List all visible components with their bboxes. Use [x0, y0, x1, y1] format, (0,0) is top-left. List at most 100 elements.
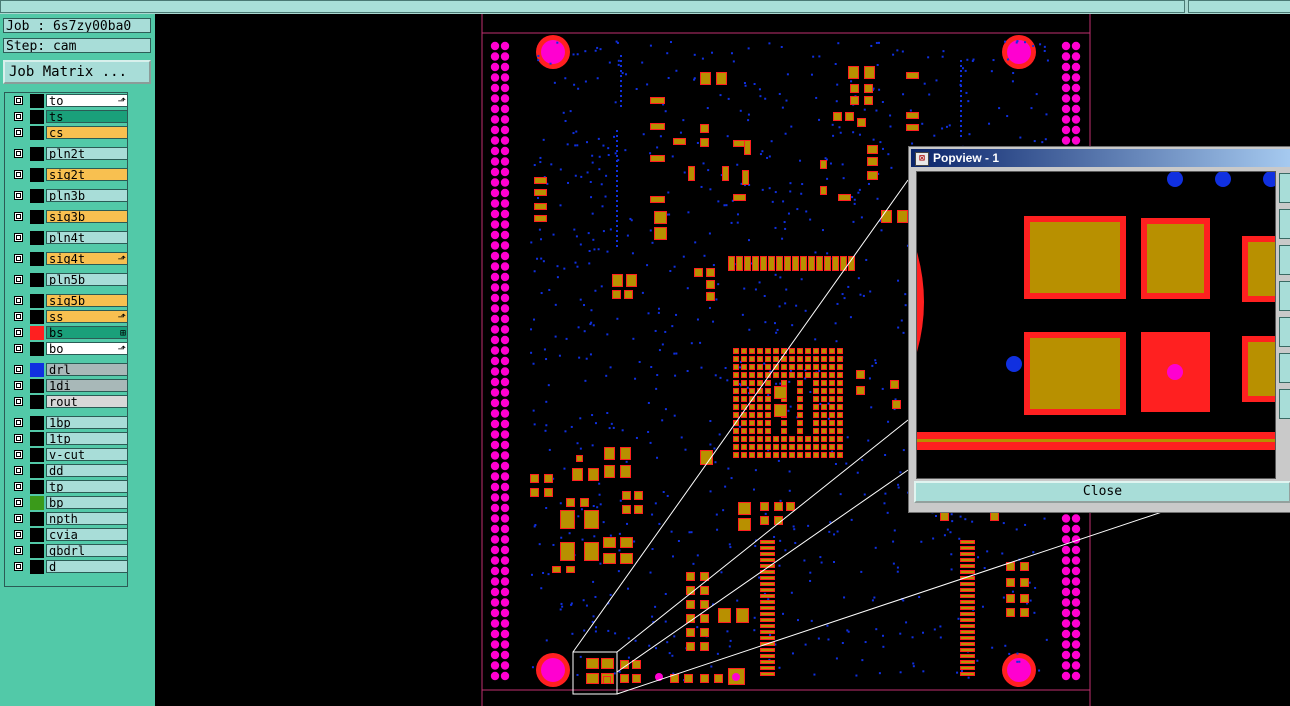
- close-button[interactable]: Close: [914, 481, 1290, 503]
- pad-fill: [531, 475, 538, 482]
- pad-fill: [761, 637, 774, 639]
- edge-pad: [1061, 524, 1071, 534]
- via: [594, 49, 597, 52]
- edge-pad: [500, 640, 510, 649]
- via: [586, 171, 589, 174]
- pad-fill: [734, 373, 738, 377]
- via: [902, 599, 905, 602]
- via: [1011, 590, 1014, 593]
- pad-fill: [814, 421, 818, 425]
- pad-fill: [782, 445, 786, 449]
- via: [706, 107, 709, 110]
- via: [539, 156, 542, 159]
- via: [690, 531, 693, 534]
- via: [902, 449, 905, 452]
- side-tool-button[interactable]: [1279, 353, 1290, 383]
- side-tool-button[interactable]: [1279, 173, 1290, 203]
- pad-fill: [822, 453, 826, 457]
- pad-fill: [798, 437, 802, 441]
- via: [1006, 58, 1009, 61]
- via: [918, 596, 921, 599]
- edge-pad: [490, 629, 500, 639]
- via: [602, 144, 605, 147]
- edge-pad: [490, 535, 500, 544]
- via: [789, 405, 792, 408]
- via: [600, 285, 603, 288]
- via: [878, 672, 881, 675]
- pad-fill: [766, 397, 770, 401]
- via: [732, 60, 735, 63]
- side-tool-button[interactable]: [1279, 281, 1290, 311]
- via: [960, 115, 962, 117]
- via: [616, 140, 618, 142]
- pad-fill: [822, 445, 826, 449]
- via: [545, 400, 548, 403]
- via: [596, 506, 599, 509]
- via: [667, 76, 670, 79]
- pad-fill: [701, 601, 708, 608]
- pad-fill: [822, 365, 826, 369]
- via: [616, 165, 618, 167]
- side-tool-button[interactable]: [1279, 317, 1290, 347]
- pad-fill: [830, 421, 834, 425]
- edge-pad: [500, 503, 510, 513]
- via: [649, 571, 652, 574]
- via: [809, 571, 812, 574]
- via: [594, 630, 597, 633]
- via: [920, 540, 923, 543]
- pad-fill: [774, 373, 778, 377]
- via: [580, 175, 583, 178]
- edge-pad: [1061, 104, 1071, 114]
- popview-titlebar[interactable]: ⊠ Popview - 1: [911, 149, 1290, 167]
- via: [1024, 523, 1027, 526]
- edge-pad: [500, 52, 510, 61]
- via: [542, 138, 545, 141]
- side-tool-button[interactable]: [1279, 245, 1290, 275]
- pad-fill: [851, 97, 858, 104]
- via: [887, 420, 890, 423]
- via: [896, 566, 899, 569]
- pad-fill: [814, 389, 818, 393]
- edge-pad: [500, 209, 510, 219]
- via: [602, 521, 605, 524]
- popview-zoom-view[interactable]: [916, 171, 1276, 479]
- side-tool-button[interactable]: [1279, 389, 1290, 419]
- via: [577, 87, 580, 90]
- pad-fill: [838, 421, 842, 425]
- pad-fill: [838, 413, 842, 417]
- via: [960, 80, 962, 82]
- via: [596, 77, 599, 80]
- via: [583, 330, 586, 333]
- edge-pad: [500, 388, 510, 397]
- via: [782, 200, 785, 203]
- via: [604, 195, 607, 198]
- pad-fill: [961, 631, 974, 633]
- via: [800, 192, 803, 195]
- via: [950, 513, 953, 516]
- via: [890, 166, 893, 169]
- via: [584, 80, 587, 83]
- via: [874, 359, 877, 362]
- via: [941, 55, 944, 58]
- via: [616, 235, 618, 237]
- side-tool-button[interactable]: [1279, 209, 1290, 239]
- via: [543, 348, 546, 351]
- edge-pad: [1061, 83, 1071, 93]
- edge-pad: [490, 272, 500, 282]
- via: [897, 486, 900, 489]
- pad-fill: [651, 124, 664, 129]
- via: [607, 154, 610, 157]
- pad-fill: [729, 257, 734, 270]
- via: [620, 80, 622, 82]
- pad-fill: [745, 257, 750, 270]
- edge-pad: [490, 146, 500, 156]
- edge-pad: [490, 482, 500, 492]
- edge-pad: [500, 377, 510, 387]
- via: [715, 513, 718, 516]
- pad-fill: [1021, 609, 1028, 616]
- via: [779, 276, 782, 279]
- via: [634, 377, 637, 380]
- via: [616, 215, 618, 217]
- pad-fill: [739, 503, 750, 514]
- via: [747, 47, 750, 50]
